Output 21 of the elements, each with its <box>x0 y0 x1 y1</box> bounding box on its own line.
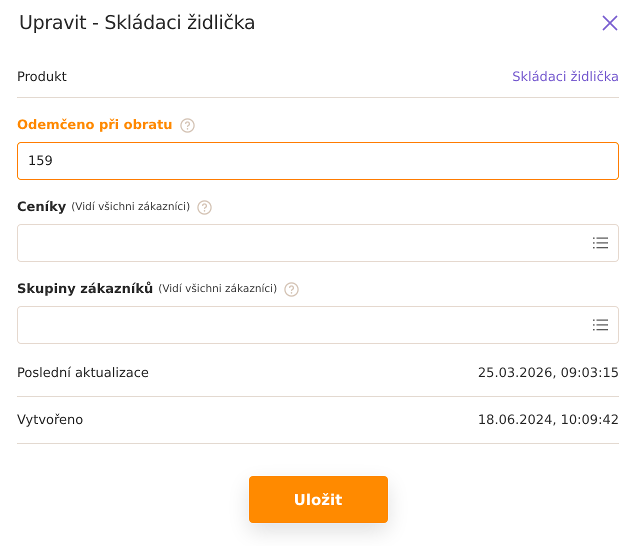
list-icon[interactable] <box>593 237 608 249</box>
field-label: Skupiny zákazníků <box>17 282 154 296</box>
field-note: (Vidí všichni zákazníci) <box>71 201 190 213</box>
input-field[interactable]: 159 <box>17 142 619 180</box>
select-field[interactable] <box>17 224 619 262</box>
info-label: Poslední aktualizace <box>17 366 149 380</box>
help-icon[interactable] <box>180 118 195 132</box>
info-label: Vytvořeno <box>17 412 84 428</box>
close-button[interactable] <box>601 14 619 32</box>
product-label: Produkt <box>17 70 67 85</box>
dialog-title: Upravit - Skládaci židlička <box>19 12 256 34</box>
field-label: Ceníky <box>17 200 66 214</box>
info-value: 25.03.2026, 09:03:15 <box>478 366 619 380</box>
help-icon[interactable] <box>284 282 300 296</box>
help-icon[interactable] <box>197 200 212 214</box>
field-label: Odemčeno při obratu <box>17 118 173 132</box>
info-value: 18.06.2024, 10:09:42 <box>478 412 619 428</box>
list-icon[interactable] <box>593 319 608 331</box>
field-note: (Vidí všichni zákazníci) <box>158 283 278 295</box>
select-field[interactable] <box>17 306 619 344</box>
product-link[interactable]: Skládaci židlička <box>512 70 619 85</box>
